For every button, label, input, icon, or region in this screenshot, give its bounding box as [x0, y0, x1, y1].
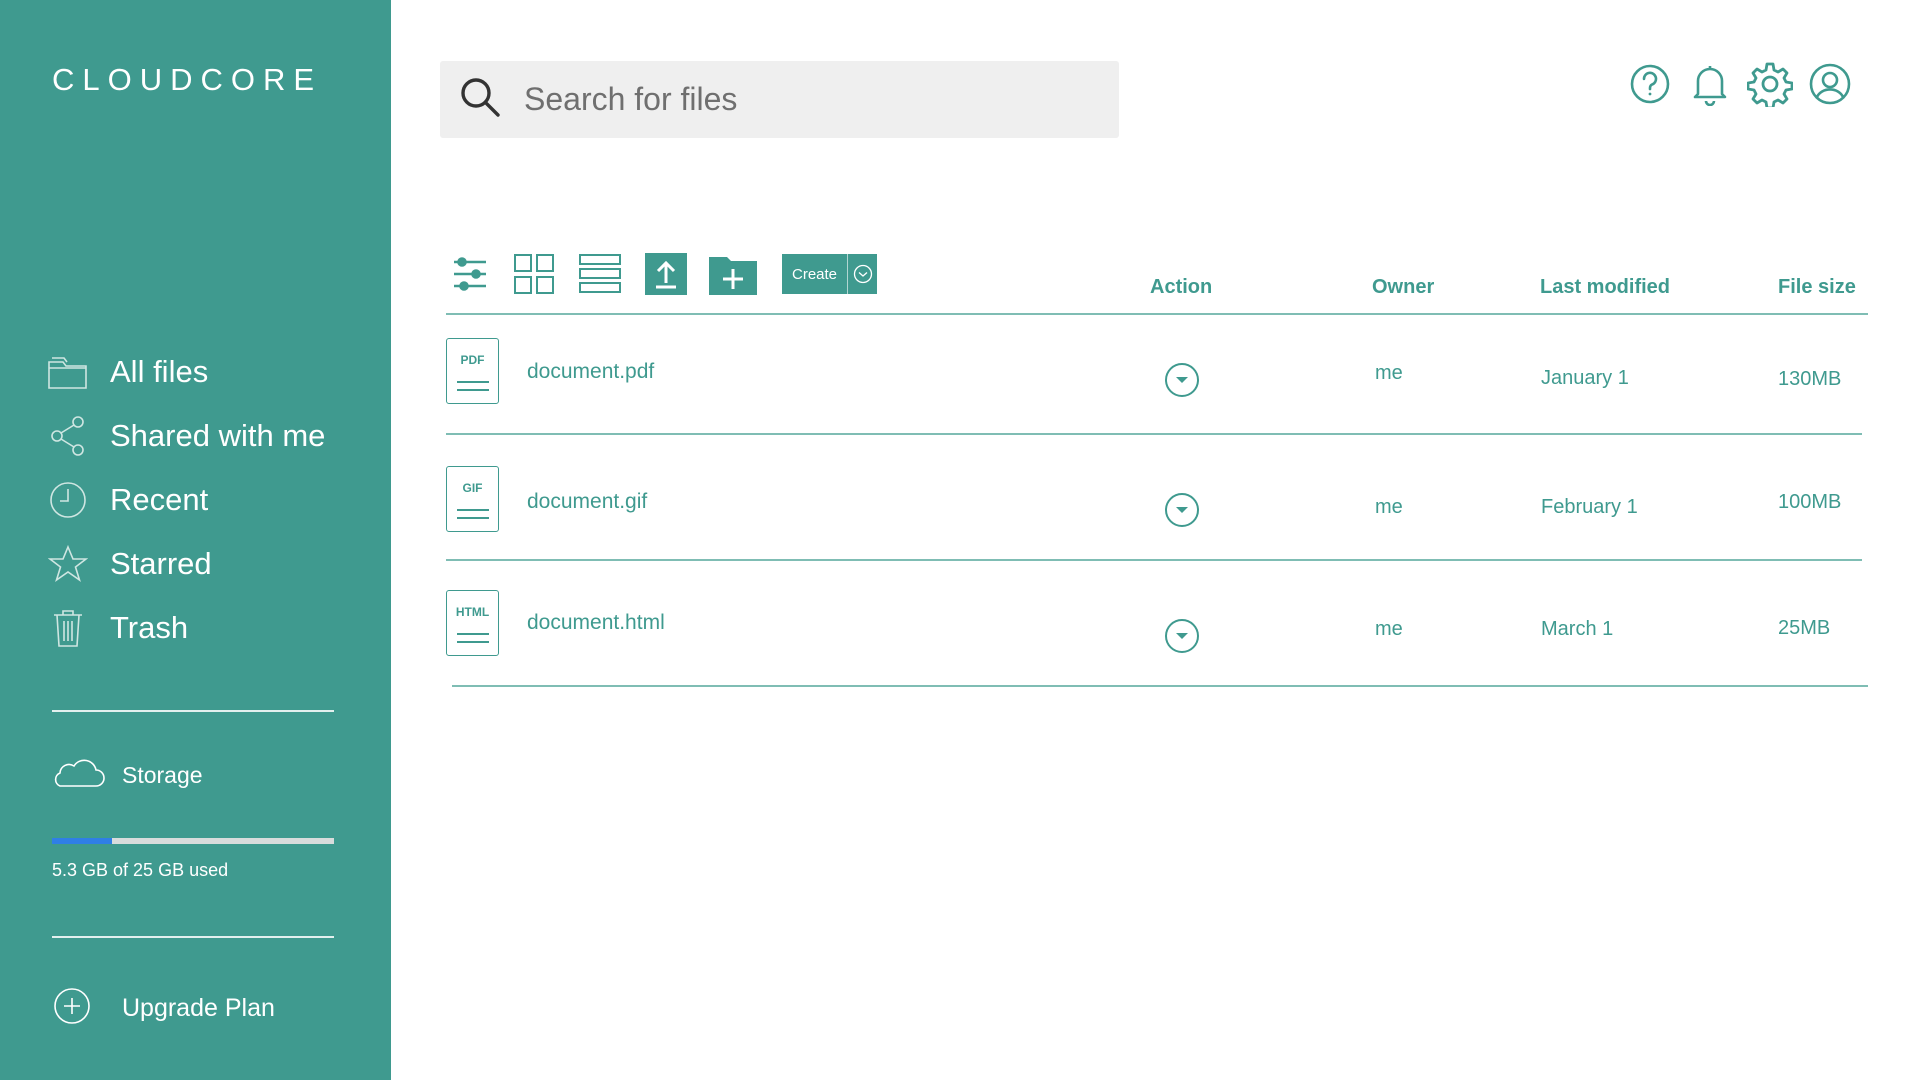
storage-progress-fill: [52, 838, 112, 844]
column-header-last-modified[interactable]: Last modified: [1540, 276, 1670, 299]
pdf-file-icon: PDF: [446, 338, 499, 404]
sidebar-item-label: Recent: [110, 482, 209, 517]
file-owner: me: [1375, 496, 1403, 518]
file-toolbar: Create: [448, 252, 878, 296]
share-icon: [44, 412, 92, 460]
search-icon: [458, 75, 502, 124]
search-bar: [440, 61, 1119, 138]
bell-icon[interactable]: [1686, 60, 1734, 108]
file-name[interactable]: document.gif: [527, 490, 647, 514]
action-dropdown-icon[interactable]: [1164, 618, 1200, 654]
sidebar-item-label: Trash: [110, 610, 189, 645]
action-dropdown-icon[interactable]: [1164, 492, 1200, 528]
help-icon[interactable]: [1626, 60, 1674, 108]
plus-circle-icon: [52, 986, 92, 1031]
sidebar-item-label: All files: [110, 354, 209, 389]
search-input[interactable]: [524, 81, 1084, 118]
row-divider: [452, 685, 1868, 687]
file-size: 25MB: [1778, 617, 1831, 639]
file-type-label: GIF: [462, 481, 483, 495]
sidebar-item-shared-with-me[interactable]: Shared with me: [44, 404, 325, 468]
file-owner: me: [1375, 618, 1403, 640]
sidebar-item-starred[interactable]: Starred: [44, 532, 325, 596]
file-last-modified: February 1: [1541, 496, 1638, 518]
brand-logo: CLOUDCORE: [52, 62, 323, 97]
gif-file-icon: GIF: [446, 466, 499, 532]
storage-label: Storage: [122, 762, 203, 788]
storage-usage-text: 5.3 GB of 25 GB used: [52, 860, 229, 880]
star-icon: [44, 540, 92, 588]
file-name[interactable]: document.html: [527, 611, 665, 635]
file-size: 100MB: [1778, 491, 1842, 513]
sidebar-item-label: Shared with me: [110, 418, 326, 453]
sidebar-item-label: Starred: [110, 546, 212, 581]
column-header-action[interactable]: Action: [1150, 276, 1212, 299]
storage-section: Storage: [50, 758, 203, 793]
upload-icon[interactable]: [644, 252, 688, 296]
trash-icon: [44, 604, 92, 652]
file-type-label: PDF: [460, 353, 485, 367]
upgrade-plan-label: Upgrade Plan: [122, 994, 275, 1022]
file-size: 130MB: [1778, 368, 1842, 390]
html-file-icon: HTML: [446, 590, 499, 656]
row-divider: [446, 433, 1862, 435]
sidebar: CLOUDCORE All files Shared with me Recen…: [0, 0, 391, 1080]
header-actions: [1626, 60, 1866, 108]
sidebar-divider: [52, 936, 334, 938]
column-header-file-size[interactable]: File size: [1778, 276, 1856, 299]
sidebar-item-recent[interactable]: Recent: [44, 468, 325, 532]
clock-icon: [44, 476, 92, 524]
sliders-icon[interactable]: [448, 252, 492, 296]
file-type-label: HTML: [455, 605, 490, 619]
sidebar-item-trash[interactable]: Trash: [44, 596, 325, 660]
new-folder-icon[interactable]: [708, 252, 758, 296]
file-owner: me: [1375, 362, 1403, 384]
table-header-divider: [446, 313, 1868, 315]
grid-view-icon[interactable]: [512, 252, 556, 296]
create-button[interactable]: Create: [782, 254, 878, 294]
table-row[interactable]: PDF document.pdf me January 1 130MB: [446, 338, 1866, 418]
storage-progress-bar: [52, 838, 334, 844]
table-row[interactable]: GIF document.gif me February 1 100MB: [446, 466, 1866, 546]
cloud-icon: [50, 758, 106, 793]
user-icon[interactable]: [1806, 60, 1854, 108]
column-header-owner[interactable]: Owner: [1372, 276, 1434, 299]
sidebar-divider: [52, 710, 334, 712]
file-last-modified: March 1: [1541, 618, 1614, 640]
table-row[interactable]: HTML document.html me March 1 25MB: [446, 590, 1866, 670]
gear-icon[interactable]: [1746, 60, 1794, 108]
list-view-icon[interactable]: [576, 252, 624, 296]
upgrade-plan-button[interactable]: Upgrade Plan: [52, 986, 275, 1031]
folder-icon: [44, 348, 92, 396]
sidebar-item-all-files[interactable]: All files: [44, 340, 325, 404]
sidebar-nav: All files Shared with me Recent Starred …: [44, 340, 325, 660]
chevron-down-icon[interactable]: [847, 254, 877, 294]
action-dropdown-icon[interactable]: [1164, 362, 1200, 398]
create-button-label: Create: [792, 265, 838, 283]
row-divider: [446, 559, 1862, 561]
file-name[interactable]: document.pdf: [527, 360, 654, 384]
file-last-modified: January 1: [1541, 367, 1629, 389]
